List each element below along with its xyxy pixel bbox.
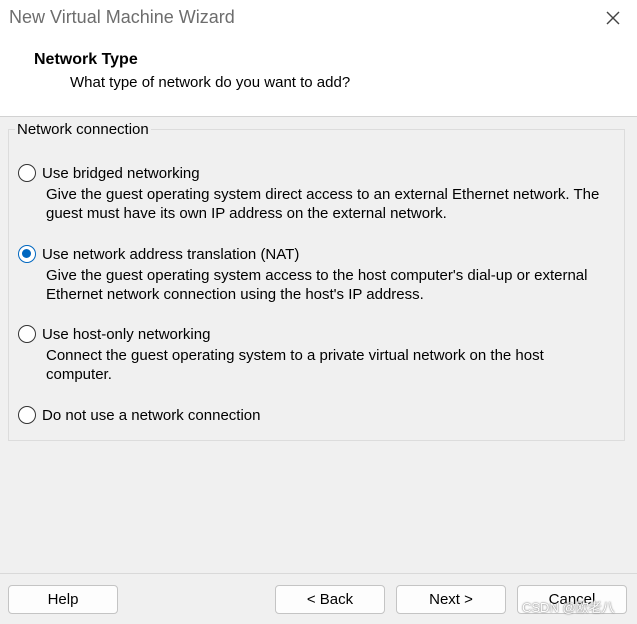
radio-host-only[interactable] bbox=[18, 325, 36, 343]
option-label: Use host-only networking bbox=[42, 325, 211, 343]
next-button[interactable]: Next > bbox=[396, 585, 506, 614]
close-icon bbox=[606, 11, 620, 25]
option-none: Do not use a network connection bbox=[18, 404, 618, 426]
radio-nat[interactable] bbox=[18, 245, 36, 263]
footer-divider bbox=[0, 573, 637, 574]
option-host-only: Use host-only networking Connect the gue… bbox=[18, 323, 618, 384]
radio-bridged-row[interactable]: Use bridged networking bbox=[18, 162, 618, 184]
network-connection-group: Network connection Use bridged networkin… bbox=[8, 121, 625, 441]
group-label: Network connection bbox=[15, 121, 151, 138]
wizard-header: Network Type What type of network do you… bbox=[0, 36, 637, 117]
window-title: New Virtual Machine Wizard bbox=[9, 7, 235, 27]
option-label: Use network address translation (NAT) bbox=[42, 245, 300, 263]
option-label: Use bridged networking bbox=[42, 164, 200, 182]
radio-none-row[interactable]: Do not use a network connection bbox=[18, 404, 618, 426]
help-button[interactable]: Help bbox=[8, 585, 118, 614]
page-title: Network Type bbox=[34, 51, 138, 68]
title-bar: New Virtual Machine Wizard bbox=[0, 0, 637, 36]
page-subtitle: What type of network do you want to add? bbox=[70, 74, 351, 91]
radio-host-only-row[interactable]: Use host-only networking bbox=[18, 323, 618, 345]
watermark: CSDN @欧老八 bbox=[522, 600, 615, 615]
option-bridged: Use bridged networking Give the guest op… bbox=[18, 162, 618, 223]
radio-none[interactable] bbox=[18, 406, 36, 424]
option-nat: Use network address translation (NAT) Gi… bbox=[18, 243, 618, 304]
close-button[interactable] bbox=[598, 4, 628, 32]
back-button[interactable]: < Back bbox=[275, 585, 385, 614]
wizard-window: New Virtual Machine Wizard Network Type … bbox=[0, 0, 637, 624]
radio-nat-row[interactable]: Use network address translation (NAT) bbox=[18, 243, 618, 265]
option-label: Do not use a network connection bbox=[42, 406, 261, 424]
radio-bridged[interactable] bbox=[18, 164, 36, 182]
option-description: Give the guest operating system direct a… bbox=[46, 186, 600, 222]
option-description: Give the guest operating system access t… bbox=[46, 267, 588, 303]
option-description: Connect the guest operating system to a … bbox=[46, 347, 544, 383]
